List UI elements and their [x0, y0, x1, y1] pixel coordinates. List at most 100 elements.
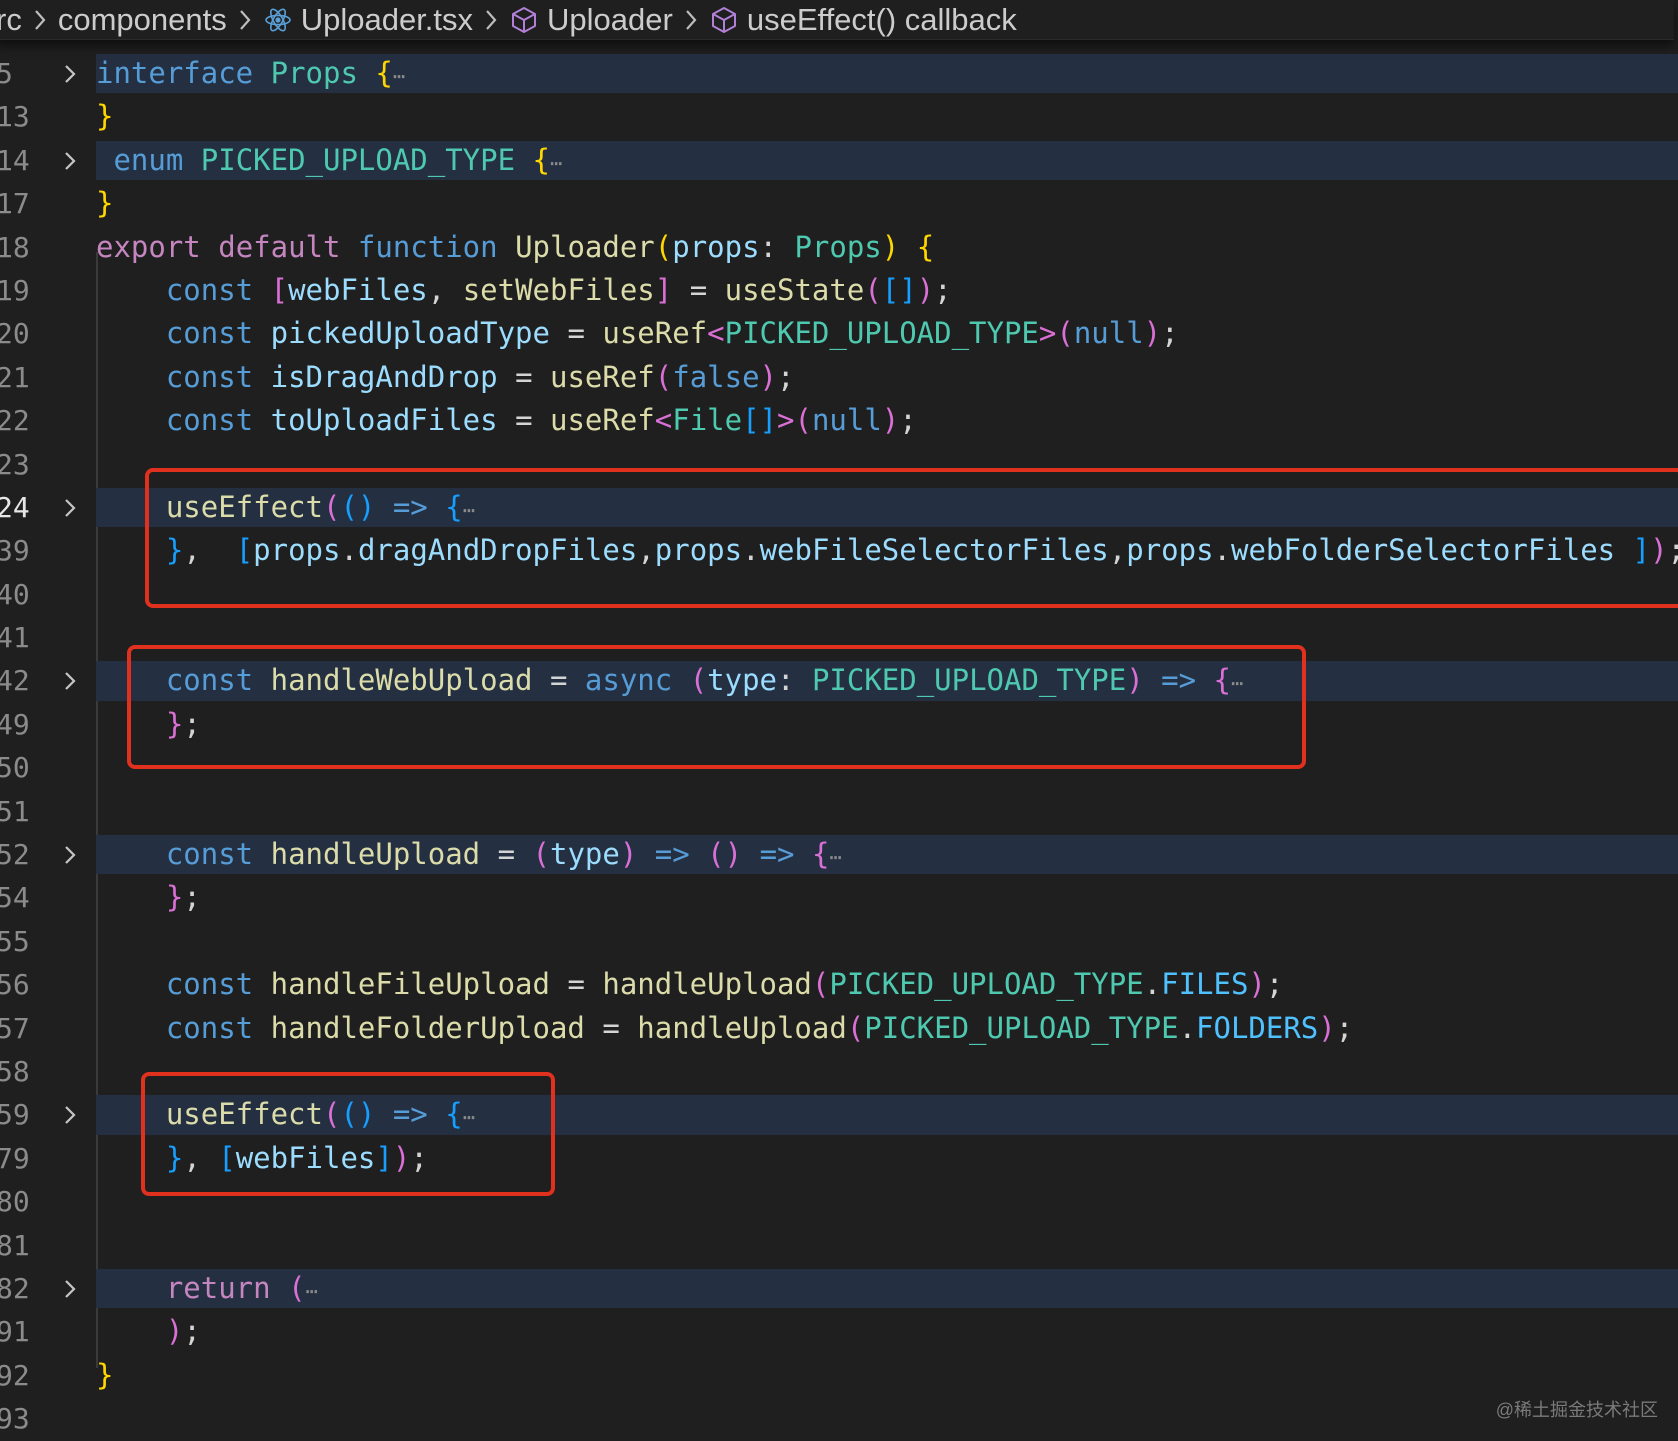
code-line[interactable]: 55 — [0, 920, 1678, 963]
fold-chevron-icon[interactable] — [60, 1103, 80, 1127]
code-line[interactable]: 18 export default function Uploader(props… — [0, 226, 1678, 269]
fold-chevron-icon[interactable] — [60, 62, 80, 86]
cube-icon — [711, 6, 736, 33]
line-number: 18 — [0, 230, 30, 264]
line-number: 13 — [0, 100, 30, 134]
breadcrumb-label: Uploader.tsx — [300, 1, 474, 37]
breadcrumb-item[interactable]: rc — [0, 2, 22, 38]
line-number: 91 — [0, 1315, 30, 1349]
code-token: : — [777, 663, 812, 698]
fold-chevron-icon[interactable] — [60, 496, 80, 520]
code-token: export — [96, 229, 201, 264]
folded-ellipsis[interactable]: ⋯ — [829, 845, 841, 869]
code-line[interactable]: 52 const handleUpload = (type) => () => … — [0, 833, 1678, 876]
code-text: const handleFolderUpload = handleUpload(… — [96, 1007, 1678, 1050]
fold-chevron-icon[interactable] — [60, 669, 80, 693]
code-line[interactable]: 58 — [0, 1050, 1678, 1093]
line-number: 22 — [0, 404, 30, 438]
code-token: } — [165, 1140, 184, 1175]
code-line[interactable]: 81 — [0, 1224, 1678, 1267]
fold-chevron-icon[interactable] — [60, 843, 80, 867]
code-token: ( — [288, 1270, 306, 1305]
code-line[interactable]: 49 }; — [0, 703, 1678, 746]
code-line[interactable]: 41 — [0, 616, 1678, 659]
code-line[interactable]: 56 const handleFileUpload = handleUpload… — [0, 963, 1678, 1006]
breadcrumb-item[interactable]: useEffect() callback — [709, 2, 1017, 38]
code-line[interactable]: 54 }; — [0, 876, 1678, 919]
code-token: handleUpload — [602, 967, 812, 1002]
code-token: return — [165, 1270, 271, 1305]
folded-ellipsis[interactable]: ⋯ — [1231, 671, 1243, 695]
code-line[interactable]: 91 ); — [0, 1310, 1678, 1353]
line-number: 56 — [0, 968, 30, 1002]
code-line[interactable]: 14 enum PICKED_UPLOAD_TYPE {⋯ — [0, 139, 1678, 182]
code-line[interactable]: 93 — [0, 1397, 1678, 1440]
code-line[interactable]: 92} — [0, 1354, 1678, 1397]
folded-ellipsis[interactable]: ⋯ — [550, 151, 562, 175]
code-line[interactable]: 82 return (⋯ — [0, 1267, 1678, 1310]
code-line[interactable]: 42 const handleWebUpload = async (type: … — [0, 659, 1678, 702]
code-line[interactable]: 51 — [0, 790, 1678, 833]
code-line[interactable]: 22 const toUploadFiles = useRef<File[]>(… — [0, 399, 1678, 442]
code-line[interactable]: 57 const handleFolderUpload = handleUplo… — [0, 1007, 1678, 1050]
code-token: [ — [270, 272, 289, 307]
code-line[interactable]: 40 — [0, 573, 1678, 616]
code-token: ( — [654, 229, 673, 264]
code-line[interactable]: 13} — [0, 95, 1678, 138]
folded-ellipsis[interactable]: ⋯ — [463, 498, 475, 522]
line-number: 52 — [0, 838, 30, 872]
code-token: } — [96, 1357, 114, 1392]
code-token: Props — [270, 56, 358, 90]
code-line[interactable]: 59 useEffect(() => {⋯ — [0, 1093, 1678, 1136]
code-line[interactable]: 39 }, [props.dragAndDropFiles,props.webF… — [0, 529, 1678, 572]
code-text: } — [96, 1354, 1678, 1397]
code-token: useRef — [550, 359, 655, 394]
code-token: useState — [724, 272, 865, 307]
code-line[interactable]: 5 interface Props {⋯ — [0, 52, 1678, 95]
breadcrumb-item[interactable]: Uploader.tsx — [263, 2, 473, 38]
fold-chevron-icon[interactable] — [60, 149, 80, 173]
code-token: ; — [777, 359, 795, 394]
line-number: 39 — [0, 534, 30, 568]
breadcrumb-label: Uploader — [547, 1, 673, 37]
fold-chevron-icon[interactable] — [60, 1277, 80, 1301]
code-token: handleUpload — [270, 837, 481, 872]
code-line[interactable]: 20 const pickedUploadType = useRef<PICKE… — [0, 312, 1678, 355]
code-token: () — [340, 489, 376, 524]
code-line[interactable]: 17} — [0, 182, 1678, 225]
folded-ellipsis[interactable]: ⋯ — [306, 1279, 318, 1303]
code-line[interactable]: 23 — [0, 443, 1678, 486]
code-token: ) — [881, 229, 900, 264]
line-number: 57 — [0, 1011, 30, 1045]
code-line[interactable]: 79 }, [webFiles]); — [0, 1137, 1678, 1180]
breadcrumb-item[interactable]: components — [58, 2, 227, 38]
code-token: props — [253, 533, 341, 568]
code-line[interactable]: 21 const isDragAndDrop = useRef(false); — [0, 356, 1678, 399]
code-line[interactable]: 24 useEffect(() => {⋯ — [0, 486, 1678, 529]
code-token: () — [340, 1097, 376, 1132]
code-editor[interactable]: 5 interface Props {⋯ 13} 14 enum PICKED_UPL… — [0, 52, 1678, 1441]
code-token: useRef — [602, 316, 708, 351]
line-number: 14 — [0, 143, 30, 177]
code-token: useEffect — [165, 489, 323, 524]
line-number: 41 — [0, 621, 30, 655]
folded-ellipsis[interactable]: ⋯ — [463, 1105, 475, 1129]
code-token: const — [165, 837, 254, 872]
folded-ellipsis[interactable]: ⋯ — [393, 64, 405, 88]
code-text: }, [webFiles]); — [96, 1137, 1678, 1180]
breadcrumb-item[interactable]: Uploader — [509, 2, 673, 38]
code-line[interactable]: 50 — [0, 746, 1678, 789]
code-token: function — [357, 229, 498, 264]
code-token: { — [445, 489, 463, 524]
code-line[interactable]: 80 — [0, 1180, 1678, 1223]
code-line[interactable]: 19 const [webFiles, setWebFiles] = useSt… — [0, 269, 1678, 312]
